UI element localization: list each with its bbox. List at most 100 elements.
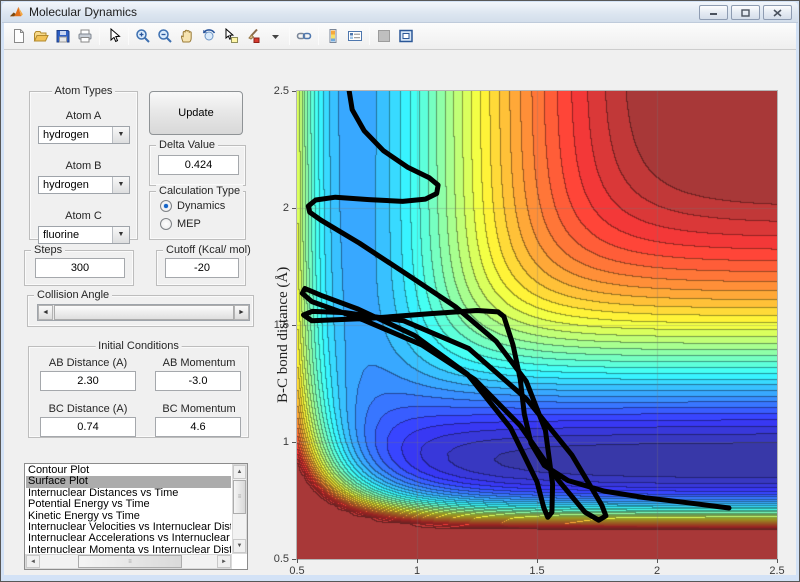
panel-title: Delta Value — [156, 139, 218, 151]
toolbar-separator — [128, 27, 129, 45]
scroll-up-button[interactable]: ▲ — [233, 465, 246, 479]
plot-type-listbox[interactable]: Contour PlotSurface PlotInternuclear Dis… — [24, 463, 248, 570]
listbox-horizontal-scrollbar[interactable]: ◄ ≡ ► — [25, 554, 232, 569]
toolbar-separator — [369, 27, 370, 45]
ab-momentum-field[interactable]: -3.0 — [155, 371, 241, 391]
atom-a-dropdown[interactable]: hydrogen ▼ — [38, 126, 130, 144]
figure-content: Atom Types Atom A hydrogen ▼ Atom B hydr… — [4, 50, 796, 575]
radio-label: MEP — [177, 218, 201, 230]
x-tick-label: 0.5 — [282, 565, 312, 577]
radio-dynamics[interactable]: Dynamics — [160, 200, 225, 212]
rotate-3d-icon[interactable] — [198, 25, 220, 47]
steps-panel: Steps 300 — [24, 250, 134, 286]
scroll-down-button[interactable]: ▼ — [233, 539, 246, 553]
link-plots-icon[interactable] — [293, 25, 315, 47]
dock-figure-icon[interactable] — [395, 25, 417, 47]
init-label: AB Momentum — [151, 357, 247, 369]
dropdown-value: hydrogen — [39, 177, 112, 193]
save-icon[interactable] — [52, 25, 74, 47]
init-label: BC Momentum — [151, 403, 247, 415]
panel-title: Cutoff (Kcal/ mol) — [163, 244, 254, 256]
new-document-icon[interactable] — [8, 25, 30, 47]
toolbar-separator — [99, 27, 100, 45]
bc-distance-a--field[interactable]: 0.74 — [40, 417, 136, 437]
dropdown-value: hydrogen — [39, 127, 112, 143]
y-axis-label: B-C bond distance (Å) — [275, 267, 292, 403]
zoom-out-icon[interactable] — [154, 25, 176, 47]
open-folder-icon[interactable] — [30, 25, 52, 47]
print-icon[interactable] — [74, 25, 96, 47]
x-tick-mark — [777, 559, 778, 563]
atom-c-dropdown[interactable]: fluorine ▼ — [38, 226, 130, 244]
colorbar-icon[interactable] — [322, 25, 344, 47]
brush-dropdown-icon[interactable] — [264, 25, 286, 47]
list-item[interactable]: Potential Energy vs Time — [26, 499, 231, 510]
cutoff-field[interactable]: -20 — [165, 258, 239, 278]
toolbar — [4, 23, 796, 50]
radio-mep[interactable]: MEP — [160, 218, 201, 230]
x-tick-mark — [417, 559, 418, 563]
y-tick-mark — [292, 442, 296, 443]
y-tick-mark — [292, 208, 296, 209]
x-tick-mark — [657, 559, 658, 563]
y-tick-mark — [292, 91, 296, 92]
bc-momentum-field[interactable]: 4.6 — [155, 417, 241, 437]
scroll-left-button[interactable]: ◄ — [26, 555, 40, 568]
x-tick-label: 1 — [402, 565, 432, 577]
minimize-button[interactable] — [699, 5, 728, 20]
cursor-icon[interactable] — [103, 25, 125, 47]
initial-conditions-panel: Initial Conditions AB Distance (A) 2.30A… — [28, 346, 249, 438]
y-tick-label: 1 — [261, 436, 289, 448]
collision-angle-slider[interactable]: ◄ ► — [37, 304, 250, 321]
atom-label: Atom B — [30, 160, 137, 172]
minimize-icon — [709, 9, 718, 16]
title-bar[interactable]: Molecular Dynamics — [2, 2, 798, 23]
horizontal-scroll-thumb[interactable]: ≡ — [78, 555, 182, 568]
panel-title: Calculation Type — [156, 185, 243, 197]
close-button[interactable] — [763, 5, 792, 20]
zoom-in-icon[interactable] — [132, 25, 154, 47]
y-tick-label: 0.5 — [261, 553, 289, 565]
vertical-scroll-thumb[interactable]: ≡ — [233, 480, 246, 514]
init-label: AB Distance (A) — [40, 357, 136, 369]
ab-distance-a--field[interactable]: 2.30 — [40, 371, 136, 391]
window-title: Molecular Dynamics — [29, 5, 137, 19]
radio-button-icon[interactable] — [160, 218, 172, 230]
brush-icon[interactable] — [242, 25, 264, 47]
slider-right-arrow[interactable]: ► — [234, 305, 249, 320]
maximize-icon — [741, 9, 750, 17]
atom-b-dropdown[interactable]: hydrogen ▼ — [38, 176, 130, 194]
y-tick-label: 2.5 — [261, 85, 289, 97]
x-tick-label: 2.5 — [762, 565, 792, 577]
chevron-down-icon[interactable]: ▼ — [112, 127, 129, 143]
radio-button-icon[interactable] — [160, 200, 172, 212]
calculation-type-panel: Calculation Type Dynamics MEP — [149, 191, 246, 240]
maximize-button[interactable] — [731, 5, 760, 20]
atom-label: Atom C — [30, 210, 137, 222]
legend-icon[interactable] — [344, 25, 366, 47]
y-tick-mark — [292, 559, 296, 560]
chevron-down-icon[interactable]: ▼ — [112, 227, 129, 243]
steps-field[interactable]: 300 — [35, 258, 125, 278]
update-button[interactable]: Update — [149, 91, 243, 135]
list-item[interactable]: Internuclear Momenta vs Internuclear Dis… — [26, 545, 231, 553]
panel-title: Atom Types — [52, 85, 116, 97]
delta-value-field[interactable]: 0.424 — [158, 155, 239, 175]
data-cursor-icon[interactable] — [220, 25, 242, 47]
plot-tools-icon[interactable] — [373, 25, 395, 47]
toolbar-separator — [318, 27, 319, 45]
chevron-down-icon[interactable]: ▼ — [112, 177, 129, 193]
x-tick-label: 1.5 — [522, 565, 552, 577]
y-tick-mark — [292, 325, 296, 326]
scroll-right-button[interactable]: ► — [217, 555, 231, 568]
listbox-vertical-scrollbar[interactable]: ▲ ≡ ▼ — [232, 464, 247, 554]
panel-title: Initial Conditions — [95, 340, 182, 352]
dropdown-value: fluorine — [39, 227, 112, 243]
x-tick-mark — [297, 559, 298, 563]
atom-types-panel: Atom Types Atom A hydrogen ▼ Atom B hydr… — [29, 91, 138, 240]
close-icon — [773, 9, 782, 17]
y-tick-label: 2 — [261, 202, 289, 214]
slider-thumb[interactable] — [54, 305, 234, 320]
slider-left-arrow[interactable]: ◄ — [38, 305, 53, 320]
pan-icon[interactable] — [176, 25, 198, 47]
